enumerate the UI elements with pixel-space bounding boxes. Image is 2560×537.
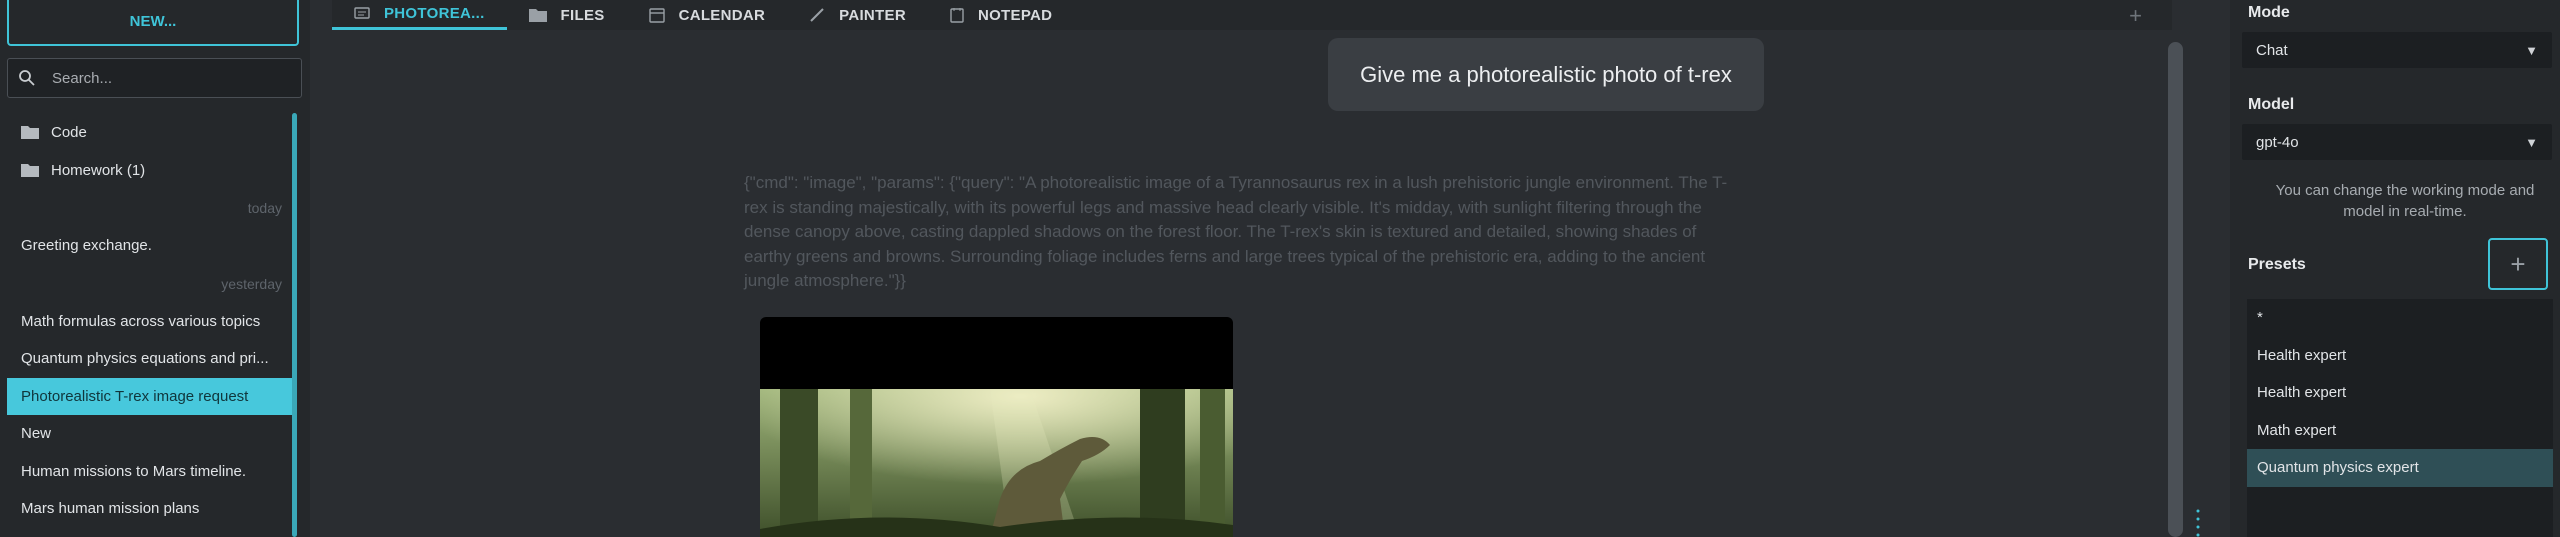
mode-select[interactable]: Chat ▼ [2242,32,2552,68]
model-select[interactable]: gpt-4o ▼ [2242,124,2552,160]
left-sidebar: NEW... Code Homework (1) today Greeting … [0,0,310,537]
presets-list: * Health expert Health expert Math exper… [2247,299,2553,537]
help-text: You can change the working mode and mode… [2275,182,2535,220]
tab-label: NOTEPAD [977,6,1053,24]
tab-label: CALENDAR [678,6,766,24]
brush-icon [810,8,824,22]
group-label-yesterday: yesterday [221,275,282,292]
folder-label: Homework (1) [51,161,146,179]
list-item[interactable]: Human missions to Mars timeline. [7,453,292,491]
preset-item[interactable]: Math expert [2247,412,2553,450]
group-label-today: today [247,200,282,216]
user-message-bubble: Give me a photorealistic photo of t-rex [1328,38,1764,111]
presets-label: Presets [2248,256,2306,273]
notepad-icon [950,8,964,23]
trex-image [760,389,1233,537]
settings-panel: Mode Chat ▼ Model gpt-4o ▼ You can chang… [2230,0,2560,537]
search-input[interactable] [50,68,294,88]
tab-painter[interactable]: PAINTER [787,0,928,30]
tab-label: PHOTOREA... [384,5,485,22]
drag-handle-icon[interactable] [2196,507,2200,537]
assistant-command-text: {"cmd": "image", "params": {"query": "A … [744,173,1728,290]
search-icon [19,70,35,86]
tab-label: PAINTER [839,6,906,24]
folder-code[interactable]: Code [7,113,292,151]
generated-image[interactable] [760,317,1233,537]
list-item[interactable]: Quantum physics equations and pri... [7,340,292,378]
list-item[interactable]: Math formulas across various topics [7,303,292,341]
folder-label: Code [51,123,87,141]
list-item[interactable]: Mars human mission plans [7,490,292,528]
dropdown-arrow-icon: ▼ [2525,42,2538,58]
folder-icon [528,9,547,22]
folder-icon [21,164,39,177]
tab-photorealistic[interactable]: PHOTOREA... [332,0,507,30]
mode-value: Chat [2256,41,2288,59]
preset-item[interactable]: Health expert [2247,337,2553,375]
model-label: Model [2248,96,2295,113]
add-preset-button[interactable]: + [2488,238,2548,290]
model-value: gpt-4o [2256,133,2299,151]
preset-item-active[interactable]: Quantum physics expert [2247,449,2553,487]
tab-bar: PHOTOREA... FILES CALENDAR PAINTER NOTEP… [332,0,2172,30]
list-item[interactable]: Greeting exchange. [7,227,292,265]
tab-files[interactable]: FILES [507,0,627,30]
calendar-icon [648,8,665,23]
chat-scrollbar[interactable] [2168,42,2183,537]
tab-calendar[interactable]: CALENDAR [627,0,788,30]
folder-homework[interactable]: Homework (1) [7,151,292,189]
folder-icon [21,126,39,139]
tab-label: FILES [560,6,605,24]
sidebar-scrollbar[interactable] [292,113,297,537]
mode-label: Mode [2248,4,2290,21]
preset-item[interactable]: * [2247,299,2553,337]
preset-item[interactable]: Health expert [2247,374,2553,412]
add-tab-button[interactable]: + [2129,3,2142,29]
list-item[interactable]: New [7,415,292,453]
list-item-active[interactable]: Photorealistic T-rex image request [7,377,292,415]
search-box[interactable] [7,58,302,98]
chat-list: Code Homework (1) today Greeting exchang… [7,113,292,528]
chat-icon [354,6,370,19]
new-chat-button[interactable]: NEW... [7,0,299,46]
tab-notepad[interactable]: NOTEPAD [928,0,1074,30]
dropdown-arrow-icon: ▼ [2525,134,2538,150]
